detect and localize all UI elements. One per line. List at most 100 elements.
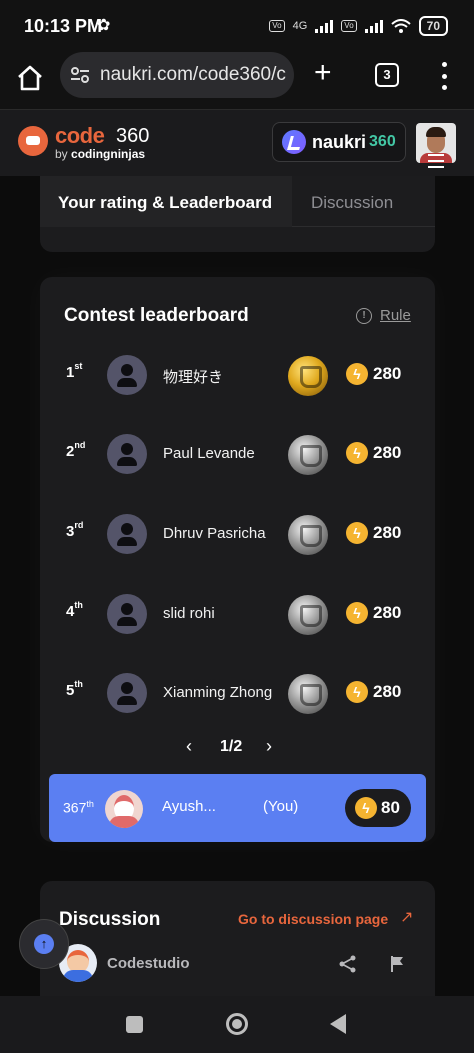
naukri-360-label: 360 bbox=[369, 133, 396, 150]
leaderboard-title: Contest leaderboard bbox=[64, 305, 249, 326]
rank-suffix: st bbox=[74, 361, 83, 371]
lightning-coin-icon: ϟ bbox=[346, 681, 368, 703]
user-score: 280 bbox=[373, 443, 402, 462]
user-avatar bbox=[107, 355, 147, 395]
user-name[interactable]: Xianming Zhong bbox=[163, 684, 272, 701]
user-name[interactable]: Dhruv Pasricha bbox=[163, 525, 266, 542]
rank-suffix: rd bbox=[74, 520, 84, 530]
flag-icon[interactable] bbox=[390, 955, 406, 973]
tabs-bar: Your rating & Leaderboard Discussion bbox=[40, 176, 435, 227]
rank-label: 3rd bbox=[66, 520, 84, 540]
android-nav-bar bbox=[0, 996, 474, 1053]
browser-menu-icon[interactable] bbox=[440, 62, 448, 90]
network-type: 4G bbox=[292, 20, 308, 32]
leaderboard-row[interactable]: 1st 物理好き ϟ 280 bbox=[40, 346, 435, 406]
signal-icon bbox=[315, 19, 334, 33]
silver-trophy-icon bbox=[288, 595, 328, 635]
you-tag: (You) bbox=[263, 798, 299, 815]
naukri-label: naukri bbox=[312, 131, 367, 152]
tab-switcher-button[interactable]: 3 bbox=[375, 63, 399, 87]
recents-icon[interactable] bbox=[126, 1016, 143, 1033]
rank-label: 1st bbox=[66, 361, 83, 381]
user-avatar bbox=[107, 514, 147, 554]
tab-rating-leaderboard[interactable]: Your rating & Leaderboard bbox=[40, 176, 292, 227]
home-icon[interactable] bbox=[14, 62, 46, 94]
logo-brand: codingninjas bbox=[71, 147, 146, 161]
leaderboard-row[interactable]: 4th slid rohi ϟ 280 bbox=[40, 585, 435, 645]
user-name[interactable]: Paul Levande bbox=[163, 445, 255, 462]
your-rank-suffix: th bbox=[86, 799, 94, 809]
signal-icon-2 bbox=[364, 19, 383, 33]
lightning-coin-icon: ϟ bbox=[346, 522, 368, 544]
rule-link[interactable]: Rule bbox=[380, 307, 411, 324]
gold-trophy-icon bbox=[288, 356, 328, 396]
info-icon[interactable]: ! bbox=[356, 308, 372, 324]
silver-trophy-icon bbox=[288, 674, 328, 714]
site-settings-icon[interactable] bbox=[68, 63, 92, 87]
volte-icon-2: Vo bbox=[341, 20, 357, 32]
back-icon[interactable] bbox=[330, 1014, 346, 1034]
new-tab-button[interactable]: + bbox=[314, 58, 332, 88]
rank-label: 4th bbox=[66, 600, 83, 620]
silver-trophy-icon bbox=[288, 515, 328, 555]
browser-toolbar: naukri.com/code360/c + 3 bbox=[0, 52, 474, 110]
your-score-pill: ϟ 80 bbox=[345, 789, 411, 827]
lightning-coin-icon: ϟ bbox=[346, 442, 368, 464]
your-name: Ayush... bbox=[162, 798, 216, 815]
chevron-left-icon[interactable]: ‹ bbox=[186, 736, 192, 757]
scroll-to-top-button[interactable]: ↑ bbox=[19, 919, 69, 969]
go-to-discussion-link[interactable]: Go to discussion page bbox=[238, 911, 388, 927]
author-name: Codestudio bbox=[107, 955, 190, 972]
naukri-logo-icon bbox=[282, 130, 306, 154]
user-name[interactable]: slid rohi bbox=[163, 605, 215, 622]
discussion-card: Discussion Go to discussion page ↗ Codes… bbox=[40, 881, 435, 996]
naukri360-button[interactable]: naukri 360 bbox=[272, 122, 406, 162]
rank-suffix: th bbox=[74, 600, 83, 610]
lightning-coin-icon: ϟ bbox=[355, 797, 377, 819]
your-avatar bbox=[105, 790, 143, 828]
leaderboard-row[interactable]: 2nd Paul Levande ϟ 280 bbox=[40, 425, 435, 485]
rank-suffix: nd bbox=[74, 440, 86, 450]
discussion-title: Discussion bbox=[59, 909, 161, 930]
app-header: code 360 by codingninjas naukri 360 bbox=[0, 110, 474, 176]
arrow-up-right-icon[interactable]: ↗ bbox=[400, 907, 413, 927]
page-content: Your rating & Leaderboard Discussion Con… bbox=[0, 176, 474, 996]
wifi-icon bbox=[390, 18, 411, 33]
contest-leaderboard-card: Contest leaderboard ! Rule 1st 物理好き ϟ 28… bbox=[40, 277, 435, 842]
battery-icon: 70 bbox=[418, 16, 448, 36]
profile-hair bbox=[426, 127, 446, 137]
share-icon[interactable] bbox=[338, 955, 358, 973]
user-avatar bbox=[107, 673, 147, 713]
user-score: 280 bbox=[373, 682, 402, 701]
your-rank: 367th bbox=[63, 799, 94, 816]
logo-360-text[interactable]: 360 bbox=[116, 125, 149, 148]
leaderboard-row[interactable]: 3rd Dhruv Pasricha ϟ 280 bbox=[40, 505, 435, 565]
address-bar[interactable]: naukri.com/code360/c bbox=[60, 52, 294, 98]
user-score: 280 bbox=[373, 523, 402, 542]
chevron-right-icon[interactable]: › bbox=[266, 736, 272, 757]
your-rank-row[interactable]: 367th Ayush... (You) ϟ 80 bbox=[49, 774, 426, 842]
arrow-up-icon: ↑ bbox=[34, 934, 54, 954]
silver-trophy-icon bbox=[288, 435, 328, 475]
settings-gear-icon: ✿ bbox=[97, 17, 111, 34]
logo-code-text[interactable]: code bbox=[55, 123, 105, 149]
home-nav-icon[interactable] bbox=[226, 1013, 248, 1035]
rank-suffix: th bbox=[74, 679, 83, 689]
user-score: 280 bbox=[373, 603, 402, 622]
rank-label: 2nd bbox=[66, 440, 86, 460]
tab-rating-label[interactable]: Your rating & Leaderboard bbox=[58, 193, 272, 213]
status-bar: 10:13 PM ✿ Vo 4G Vo 70 bbox=[0, 0, 474, 52]
logo-by: by bbox=[55, 147, 68, 161]
user-avatar bbox=[107, 434, 147, 474]
user-name[interactable]: 物理好き bbox=[163, 366, 223, 387]
page-indicator: 1/2 bbox=[220, 738, 243, 755]
leaderboard-row[interactable]: 5th Xianming Zhong ϟ 280 bbox=[40, 664, 435, 724]
lightning-coin-icon: ϟ bbox=[346, 602, 368, 624]
code360-logo-icon[interactable] bbox=[18, 126, 48, 156]
your-score: 80 bbox=[381, 798, 400, 817]
user-score: 280 bbox=[373, 364, 402, 383]
hamburger-menu-icon[interactable] bbox=[428, 154, 444, 168]
tab-discussion[interactable]: Discussion bbox=[311, 193, 393, 213]
tabs-card: Your rating & Leaderboard Discussion bbox=[40, 176, 435, 252]
url-text[interactable]: naukri.com/code360/c bbox=[100, 64, 290, 86]
